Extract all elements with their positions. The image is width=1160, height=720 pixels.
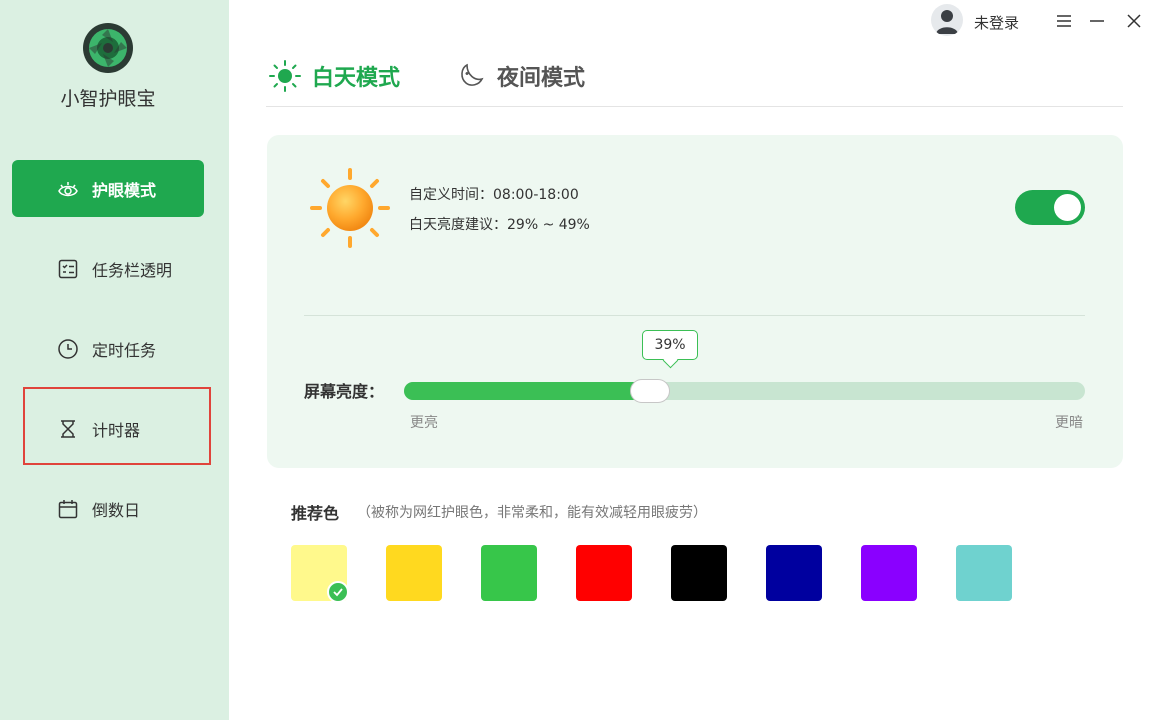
brightness-label: 屏幕亮度： [304, 382, 385, 401]
brightness-slider[interactable] [404, 379, 1085, 403]
recommended-colors-title: 推荐色 [291, 504, 340, 523]
color-swatch[interactable] [956, 545, 1012, 601]
sidebar-item-label: 任务栏透明 [92, 260, 173, 280]
slider-max-label: 更暗 [1055, 415, 1083, 431]
color-swatch[interactable] [671, 545, 727, 601]
login-status[interactable]: 未登录 [974, 12, 1019, 33]
brightness-value-tooltip: 39% [642, 330, 698, 360]
calendar-icon [56, 497, 80, 521]
eye-icon [56, 177, 80, 201]
brightness-advice-text: 白天亮度建议：29% ~ 49% [409, 217, 590, 233]
brightness-slider-fill [404, 382, 658, 400]
day-mode-card [267, 135, 1123, 468]
tab-label: 白天模式 [312, 66, 401, 91]
sidebar-item-countdown-day[interactable]: 倒数日 [12, 480, 204, 537]
menu-icon[interactable] [1054, 10, 1074, 32]
sidebar-item-taskbar[interactable]: 任务栏透明 [12, 240, 204, 297]
sidebar-item-label: 护眼模式 [92, 180, 157, 200]
sidebar: 小智护眼宝 护眼模式 任务栏透明 定时任务 计时器 倒数日 [0, 0, 229, 720]
color-swatch[interactable] [861, 545, 917, 601]
toggle-knob [1054, 194, 1081, 221]
sun-illustration-icon [308, 166, 392, 250]
close-icon[interactable] [1124, 10, 1144, 32]
minimize-icon[interactable] [1087, 10, 1107, 32]
recommended-colors-note: （被称为网红护眼色，非常柔和，能有效减轻用眼疲劳） [357, 505, 707, 521]
day-mode-toggle[interactable] [1015, 190, 1085, 225]
color-swatch[interactable] [576, 545, 632, 601]
color-swatch[interactable] [766, 545, 822, 601]
clock-icon [56, 337, 80, 361]
sidebar-item-scheduled-task[interactable]: 定时任务 [12, 320, 204, 377]
tab-night-mode[interactable]: 夜间模式 [453, 58, 585, 94]
card-divider [304, 315, 1085, 316]
highlight-box [23, 387, 211, 465]
color-swatch[interactable] [386, 545, 442, 601]
taskbar-icon [56, 257, 80, 281]
custom-time-text: 自定义时间：08:00-18:00 [409, 187, 579, 203]
tab-day-mode[interactable]: 白天模式 [268, 58, 400, 94]
app-name: 小智护眼宝 [60, 88, 156, 110]
tab-divider [266, 106, 1123, 107]
slider-min-label: 更亮 [410, 415, 438, 431]
moon-icon [453, 59, 487, 93]
check-icon [327, 581, 349, 603]
sidebar-item-eye-mode[interactable]: 护眼模式 [12, 160, 204, 217]
avatar[interactable] [931, 4, 963, 36]
sidebar-item-label: 倒数日 [92, 500, 141, 520]
brightness-slider-thumb[interactable] [629, 379, 670, 403]
color-swatch[interactable] [481, 545, 537, 601]
app-logo [82, 22, 134, 74]
sun-icon [268, 59, 302, 93]
color-swatch[interactable] [291, 545, 349, 603]
sidebar-item-label: 定时任务 [92, 340, 157, 360]
tab-label: 夜间模式 [497, 66, 586, 91]
